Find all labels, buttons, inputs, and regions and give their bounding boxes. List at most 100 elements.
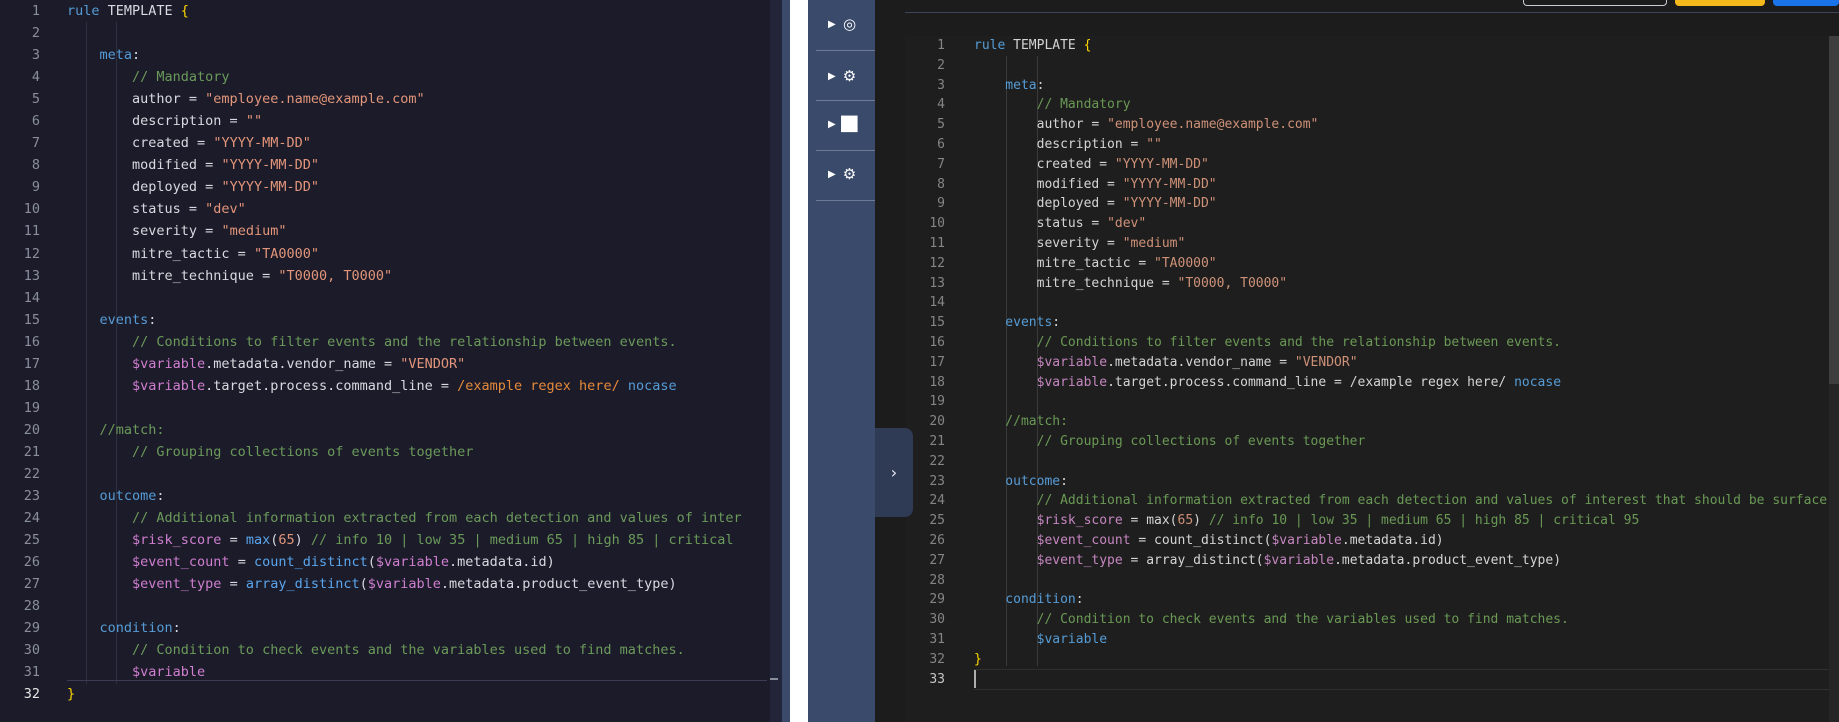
- code-line[interactable]: deployed = "YYYY-MM-DD": [67, 176, 778, 198]
- code-token: ): [1193, 513, 1209, 529]
- code-line[interactable]: [67, 22, 778, 44]
- line-number: 5: [937, 117, 945, 133]
- code-line[interactable]: // Grouping collections of events togeth…: [974, 432, 1829, 452]
- right-code-editor[interactable]: 1 2 3 4 5 6 7 8 9 10 11 12 13 14 15 16 17 18 19 20 21 22 23 24 2…: [905, 36, 1839, 722]
- code-line[interactable]: }: [974, 650, 1829, 670]
- code-line[interactable]: [67, 463, 778, 485]
- left-code-editor[interactable]: 1 2 3 4 5 6 7 8 9 10 11 12 13 14 15 16 17 18 19 20 21 22 23 24 2…: [0, 0, 782, 722]
- code-line[interactable]: author = "employee.name@example.com": [974, 115, 1829, 135]
- code-line[interactable]: status = "dev": [974, 214, 1829, 234]
- code-line[interactable]: [67, 397, 778, 419]
- code-line[interactable]: events:: [974, 313, 1829, 333]
- code-line[interactable]: description = "": [974, 135, 1829, 155]
- code-line[interactable]: }: [67, 683, 778, 705]
- code-line[interactable]: mitre_tactic = "TA0000": [974, 254, 1829, 274]
- code-line[interactable]: $variable.metadata.vendor_name = "VENDOR…: [67, 353, 778, 375]
- code-line[interactable]: [974, 571, 1829, 591]
- line-number: 4: [937, 97, 945, 113]
- code-line[interactable]: meta:: [67, 44, 778, 66]
- code-token: {: [180, 3, 189, 19]
- code-line[interactable]: $variable.target.process.command_line = …: [974, 373, 1829, 393]
- right-scrollbar[interactable]: [1829, 36, 1839, 722]
- primary-action-button[interactable]: [1773, 0, 1839, 6]
- code-token: meta: [974, 77, 1037, 93]
- code-line[interactable]: mitre_technique = "T0000, T0000": [974, 274, 1829, 294]
- code-line[interactable]: created = "YYYY-MM-DD": [67, 132, 778, 154]
- code-line[interactable]: [974, 392, 1829, 412]
- code-line[interactable]: modified = "YYYY-MM-DD": [67, 154, 778, 176]
- nav-item-settings[interactable]: ▶ ⚙: [814, 52, 875, 100]
- code-line[interactable]: $risk_score = max(65) // info 10 | low 3…: [67, 529, 778, 551]
- code-line[interactable]: status = "dev": [67, 198, 778, 220]
- secondary-button[interactable]: [1523, 0, 1667, 6]
- code-line[interactable]: description = "": [67, 110, 778, 132]
- code-line[interactable]: // Mandatory: [67, 66, 778, 88]
- code-line[interactable]: condition:: [67, 617, 778, 639]
- code-token: outcome: [974, 473, 1061, 489]
- code-line[interactable]: // Conditions to filter events and the r…: [974, 333, 1829, 353]
- code-line[interactable]: meta:: [974, 76, 1829, 96]
- code-line[interactable]: severity = "medium": [67, 220, 778, 242]
- code-line[interactable]: // Mandatory: [974, 95, 1829, 115]
- code-line[interactable]: [67, 287, 778, 309]
- line-number: 12: [929, 255, 945, 271]
- left-code-lines[interactable]: rule TEMPLATE { meta: // Mandatory autho…: [67, 0, 778, 706]
- code-line[interactable]: [974, 670, 1829, 690]
- code-line[interactable]: // Additional information extracted from…: [67, 507, 778, 529]
- warning-action-button[interactable]: [1675, 0, 1765, 6]
- code-line[interactable]: modified = "YYYY-MM-DD": [974, 175, 1829, 195]
- code-line[interactable]: rule TEMPLATE {: [974, 36, 1829, 56]
- code-line[interactable]: $variable: [974, 630, 1829, 650]
- code-line[interactable]: // Conditions to filter events and the r…: [67, 331, 778, 353]
- expand-panel-button[interactable]: ›: [875, 428, 913, 517]
- code-line[interactable]: [974, 452, 1829, 472]
- code-line[interactable]: mitre_tactic = "TA0000": [67, 243, 778, 265]
- code-line[interactable]: deployed = "YYYY-MM-DD": [974, 194, 1829, 214]
- code-line[interactable]: mitre_technique = "T0000, T0000": [67, 265, 778, 287]
- scroll-marker: [770, 678, 778, 680]
- code-line[interactable]: rule TEMPLATE {: [67, 0, 778, 22]
- split-resize-handle[interactable]: [782, 0, 790, 722]
- left-scrollbar[interactable]: [770, 0, 782, 722]
- code-token: author =: [67, 91, 206, 108]
- code-line[interactable]: // Grouping collections of events togeth…: [67, 441, 778, 463]
- code-line[interactable]: [67, 595, 778, 617]
- code-line[interactable]: outcome:: [974, 472, 1829, 492]
- right-code-lines[interactable]: rule TEMPLATE { meta: // Mandatory autho…: [974, 36, 1829, 689]
- code-line[interactable]: severity = "medium": [974, 234, 1829, 254]
- code-line[interactable]: [974, 293, 1829, 313]
- code-line[interactable]: // Additional information extracted from…: [974, 491, 1829, 511]
- code-token: "VENDOR": [400, 355, 466, 372]
- code-line[interactable]: $variable.metadata.vendor_name = "VENDOR…: [974, 353, 1829, 373]
- code-line[interactable]: author = "employee.name@example.com": [67, 88, 778, 110]
- text-cursor: [974, 670, 976, 688]
- code-token: $event_count: [67, 554, 230, 571]
- code-line[interactable]: // Condition to check events and the var…: [974, 610, 1829, 630]
- code-line[interactable]: events:: [67, 309, 778, 331]
- code-line[interactable]: $risk_score = max(65) // info 10 | low 3…: [974, 511, 1829, 531]
- code-line[interactable]: $event_count = count_distinct($variable.…: [974, 531, 1829, 551]
- code-token: }: [974, 651, 982, 667]
- code-line[interactable]: condition:: [974, 590, 1829, 610]
- gears-icon: ⚙: [842, 165, 857, 183]
- nav-item-analytics[interactable]: ▶ 📈: [814, 100, 875, 148]
- code-line[interactable]: //match:: [974, 412, 1829, 432]
- code-line[interactable]: //match:: [67, 419, 778, 441]
- code-line[interactable]: $variable.target.process.command_line = …: [67, 375, 778, 397]
- code-token: // Grouping collections of events togeth…: [974, 433, 1366, 449]
- code-line[interactable]: $event_type = array_distinct($variable.m…: [974, 551, 1829, 571]
- nav-item-configuration[interactable]: ▶ ⚙: [814, 150, 875, 198]
- scrollbar-thumb[interactable]: [1829, 36, 1839, 384]
- code-line[interactable]: $event_type = array_distinct($variable.m…: [67, 573, 778, 595]
- nav-item-radar[interactable]: ▶ ◎: [814, 0, 875, 48]
- code-line[interactable]: $event_count = count_distinct($variable.…: [67, 551, 778, 573]
- code-token: =: [221, 576, 246, 593]
- code-token: status =: [974, 216, 1108, 232]
- code-line[interactable]: outcome:: [67, 485, 778, 507]
- code-line[interactable]: [974, 56, 1829, 76]
- code-line[interactable]: // Condition to check events and the var…: [67, 639, 778, 661]
- code-line[interactable]: created = "YYYY-MM-DD": [974, 155, 1829, 175]
- code-token: $variable: [1271, 532, 1342, 548]
- code-token: TEMPLATE: [1013, 38, 1084, 53]
- toolbar-divider: [905, 12, 1839, 13]
